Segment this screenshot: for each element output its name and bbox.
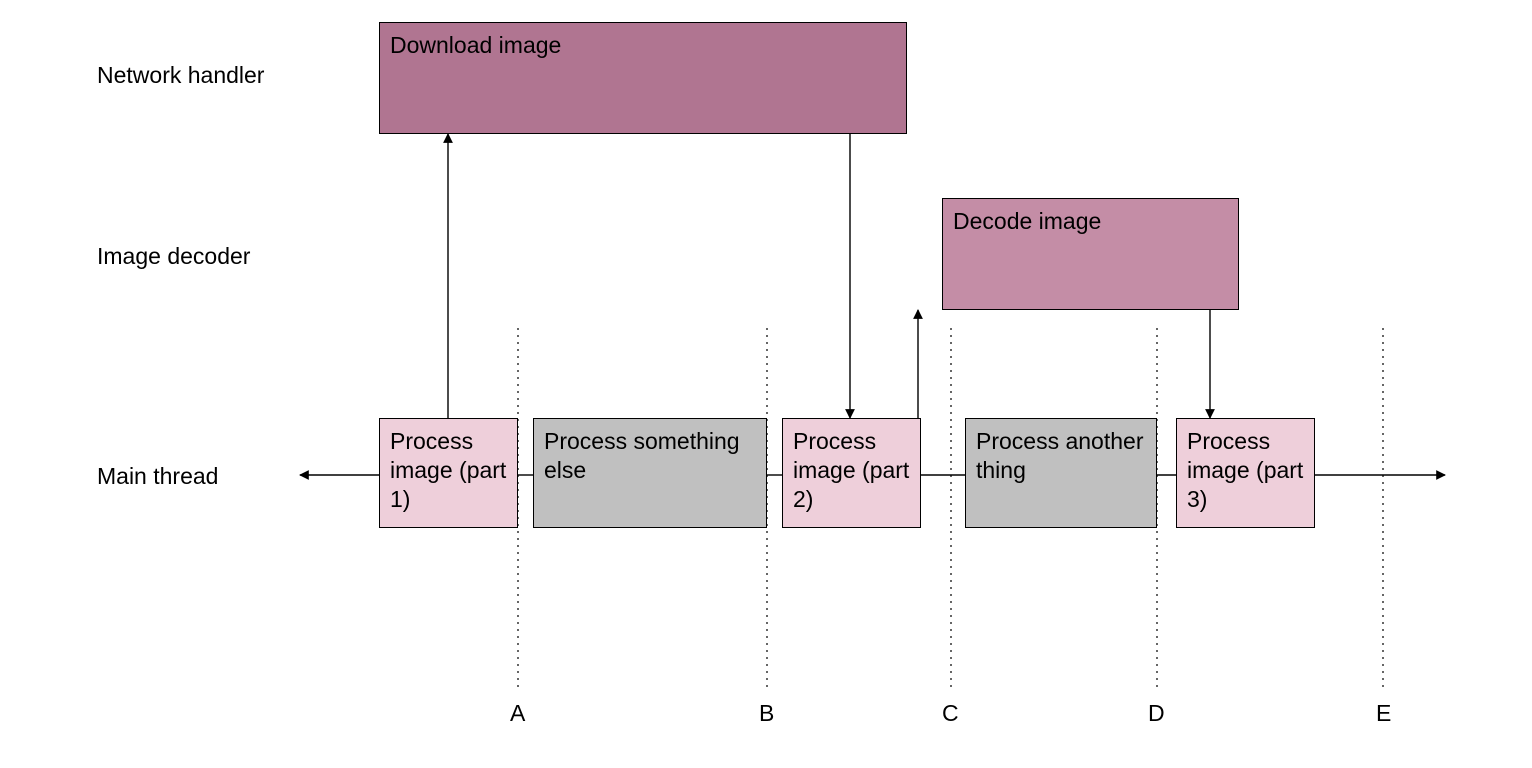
box-process-image-part1: Process image (part 1) bbox=[379, 418, 518, 528]
box-process-another-thing: Process another thing bbox=[965, 418, 1157, 528]
time-marker-d: D bbox=[1148, 700, 1165, 727]
box-process-image-part2: Process image (part 2) bbox=[782, 418, 921, 528]
lane-label-network: Network handler bbox=[97, 62, 264, 89]
lane-label-decoder: Image decoder bbox=[97, 243, 250, 270]
lane-label-main: Main thread bbox=[97, 463, 218, 490]
box-download-image: Download image bbox=[379, 22, 907, 134]
time-marker-a: A bbox=[510, 700, 525, 727]
time-marker-b: B bbox=[759, 700, 774, 727]
time-marker-c: C bbox=[942, 700, 959, 727]
time-marker-e: E bbox=[1376, 700, 1391, 727]
box-process-image-part3: Process image (part 3) bbox=[1176, 418, 1315, 528]
box-process-something-else: Process something else bbox=[533, 418, 767, 528]
diagram-canvas: Network handler Image decoder Main threa… bbox=[0, 0, 1532, 768]
box-decode-image: Decode image bbox=[942, 198, 1239, 310]
